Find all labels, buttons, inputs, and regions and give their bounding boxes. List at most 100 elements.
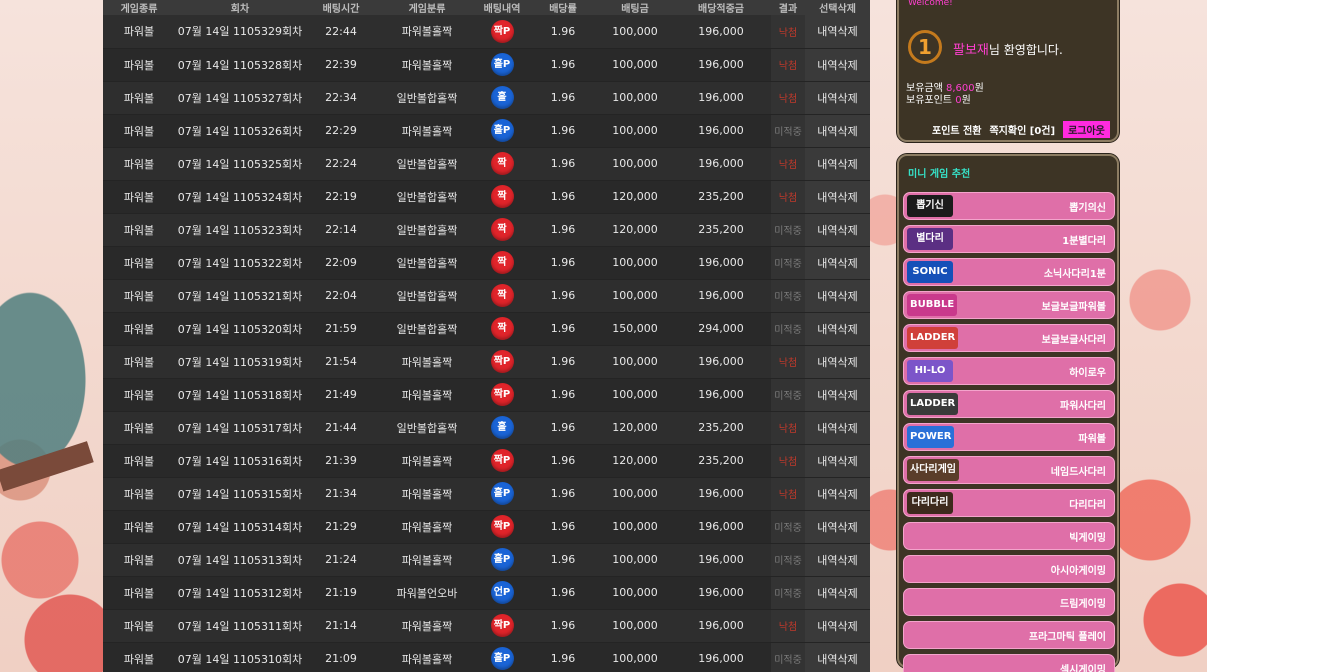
cell-pick: 짝P [477,444,527,478]
delete-history-button[interactable]: 내역삭제 [817,158,857,171]
cell-round: 07월 14일 1105317회차 [175,411,305,445]
cell-bet: 100,000 [599,81,671,115]
column-header: 배당률 [527,0,599,15]
cell-round-text: 07월 14일 1105319회차 [177,355,303,369]
mini-game-item[interactable]: HI-LO 하이로우 [903,357,1115,385]
delete-history-button[interactable]: 내역삭제 [817,455,857,468]
cell-delete: 내역삭제 [805,642,870,672]
delete-history-button[interactable]: 내역삭제 [817,488,857,501]
delete-history-button[interactable]: 내역삭제 [817,422,857,435]
pick-ball-icon: 짝P [490,515,514,538]
mini-game-logo [907,657,953,672]
cell-time: 21:34 [305,477,377,511]
column-header-label: 선택삭제 [819,4,856,15]
cell-result-text: 낙첨 [778,193,798,204]
table-row: 파워볼 07월 14일 1105321회차 22:04 일반볼합홀짝 짝 1.96 100,… [103,279,870,313]
delete-history-button[interactable]: 내역삭제 [817,125,857,138]
mini-game-item[interactable]: 프라그마틱 플레이 [903,621,1115,649]
delete-history-button[interactable]: 내역삭제 [817,620,857,633]
mini-game-item[interactable]: 뽑기신 뽑기의신 [903,192,1115,220]
message-check-button[interactable]: 쪽지확인 [0건] [989,122,1055,137]
mini-game-item[interactable]: LADDER 보글보글사다리 [903,324,1115,352]
cell-result-text: 낙첨 [778,490,798,501]
mini-game-item[interactable]: SONIC 소닉사다리1분 [903,258,1115,286]
mini-game-item[interactable]: 섹시게이밍 [903,654,1115,672]
column-header-label: 배팅시간 [322,4,360,15]
table-row: 파워볼 07월 14일 1105318회차 21:49 파워볼홀짝 짝P 1.96 100,… [103,378,870,412]
cell-round-text: 07월 14일 1105312회차 [177,586,303,600]
pick-ball-icon: 홀 [490,416,514,439]
pick-ball-icon: 홀P [490,119,514,142]
delete-history-button[interactable]: 내역삭제 [817,653,857,666]
mini-game-item[interactable]: 다리다리 다리다리 [903,489,1115,517]
point-convert-button[interactable]: 포인트 전환 [932,122,981,137]
delete-history-button[interactable]: 내역삭제 [817,356,857,369]
cell-odds-text: 1.96 [550,553,576,566]
cell-odds: 1.96 [527,345,599,379]
cell-payout-text: 196,000 [698,586,744,599]
mini-game-label: 드림게이밍 [1060,598,1106,610]
cell-result-text: 미적중 [774,325,802,336]
cell-odds: 1.96 [527,510,599,544]
cell-delete: 내역삭제 [805,312,870,346]
cell-delete: 내역삭제 [805,477,870,511]
cell-odds-text: 1.96 [550,652,576,665]
cell-bet: 100,000 [599,147,671,181]
delete-history-button[interactable]: 내역삭제 [817,92,857,105]
cell-game: 파워볼 [103,312,175,346]
mini-game-logo [907,558,953,580]
cell-round-text: 07월 14일 1105325회차 [177,157,303,171]
cell-type: 파워볼홀짝 [377,444,477,478]
mini-game-label: 하이로우 [1069,367,1106,379]
cell-bet: 100,000 [599,279,671,313]
cell-payout-text: 196,000 [698,355,744,368]
cell-result-text: 낙첨 [778,27,798,39]
cell-bet: 100,000 [599,48,671,82]
cell-result: 미적중 [771,510,805,544]
mini-game-label: 소닉사다리1분 [1043,268,1106,280]
delete-history-button[interactable]: 내역삭제 [817,389,857,402]
cell-game-text: 파워볼 [123,355,155,369]
mini-game-item[interactable]: BUBBLE 보글보글파워볼 [903,291,1115,319]
mini-game-item[interactable]: 빅게이밍 [903,522,1115,550]
delete-history-button[interactable]: 내역삭제 [817,224,857,237]
cell-round: 07월 14일 1105320회차 [175,312,305,346]
delete-history-button[interactable]: 내역삭제 [817,290,857,303]
mini-game-item[interactable]: POWER 파워볼 [903,423,1115,451]
delete-history-button[interactable]: 내역삭제 [817,554,857,567]
mini-game-item[interactable]: 별다리 1분별다리 [903,225,1115,253]
cell-game: 파워볼 [103,543,175,577]
cell-type-text: 파워볼홀짝 [401,520,453,534]
cell-payout: 196,000 [671,15,771,49]
mini-game-item[interactable]: 드림게이밍 [903,588,1115,616]
mini-game-label: 파워사다리 [1060,400,1106,412]
delete-history-button[interactable]: 내역삭제 [817,59,857,72]
delete-history-button[interactable]: 내역삭제 [817,323,857,336]
delete-history-button[interactable]: 내역삭제 [817,587,857,600]
mini-game-item[interactable]: 아시아게이밍 [903,555,1115,583]
cell-bet-text: 100,000 [612,289,658,302]
cell-result: 미적중 [771,378,805,412]
cell-pick: 홀P [477,543,527,577]
cell-bet-text: 100,000 [612,91,658,104]
cell-payout: 235,200 [671,411,771,445]
column-header: 배당적중금 [671,0,771,15]
mini-game-item[interactable]: 사다리게임 네임드사다리 [903,456,1115,484]
delete-history-button[interactable]: 내역삭제 [817,191,857,204]
delete-history-button[interactable]: 내역삭제 [817,521,857,534]
mini-game-label: 프라그마틱 플레이 [1028,631,1106,643]
delete-history-button[interactable]: 내역삭제 [817,25,857,38]
logout-button[interactable]: 로그아웃 [1063,121,1110,138]
table-row: 파워볼 07월 14일 1105328회차 22:39 파워볼홀짝 홀P 1.96 100,… [103,48,870,82]
cell-bet: 100,000 [599,477,671,511]
delete-history-button[interactable]: 내역삭제 [817,257,857,270]
cell-payout: 196,000 [671,279,771,313]
mini-game-logo [907,591,953,613]
cell-odds-text: 1.96 [550,24,576,38]
cell-odds-text: 1.96 [550,190,576,203]
mini-game-item[interactable]: LADDER 파워사다리 [903,390,1115,418]
cell-game-text: 파워볼 [123,421,155,435]
cell-type-text: 일반볼합홀짝 [396,289,458,303]
cell-payout-text: 235,200 [698,223,744,236]
cell-type-text: 파워볼홀짝 [401,58,453,72]
